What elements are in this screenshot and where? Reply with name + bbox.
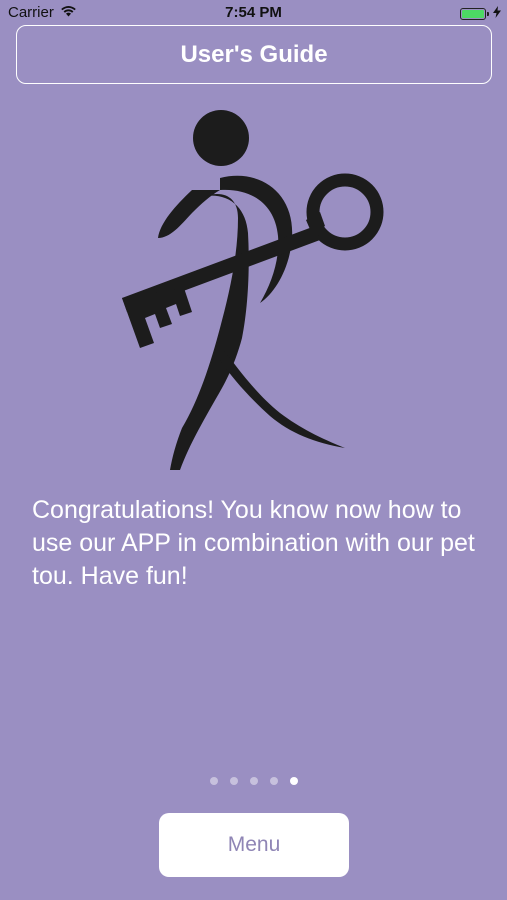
battery-icon: [460, 7, 489, 20]
battery-level: [462, 9, 484, 18]
status-time: 7:54 PM: [225, 4, 282, 21]
page-dot-3[interactable]: [249, 777, 258, 785]
page-indicator[interactable]: [0, 777, 507, 785]
status-bar: Carrier 7:54 PM: [0, 0, 507, 26]
page-dot-1[interactable]: [209, 777, 218, 785]
page-title: User's Guide: [180, 40, 328, 68]
congratulations-message: Congratulations! You know now how to use…: [32, 496, 475, 590]
page-dot-2[interactable]: [229, 777, 238, 785]
page-dot-4[interactable]: [269, 777, 278, 785]
page-dot-5-active[interactable]: [289, 777, 298, 785]
person-with-key-logo: [110, 98, 400, 478]
header-bar: User's Guide: [16, 25, 492, 84]
menu-button[interactable]: Menu: [159, 813, 349, 877]
charging-bolt-icon: [493, 5, 501, 22]
status-right: [460, 5, 501, 22]
